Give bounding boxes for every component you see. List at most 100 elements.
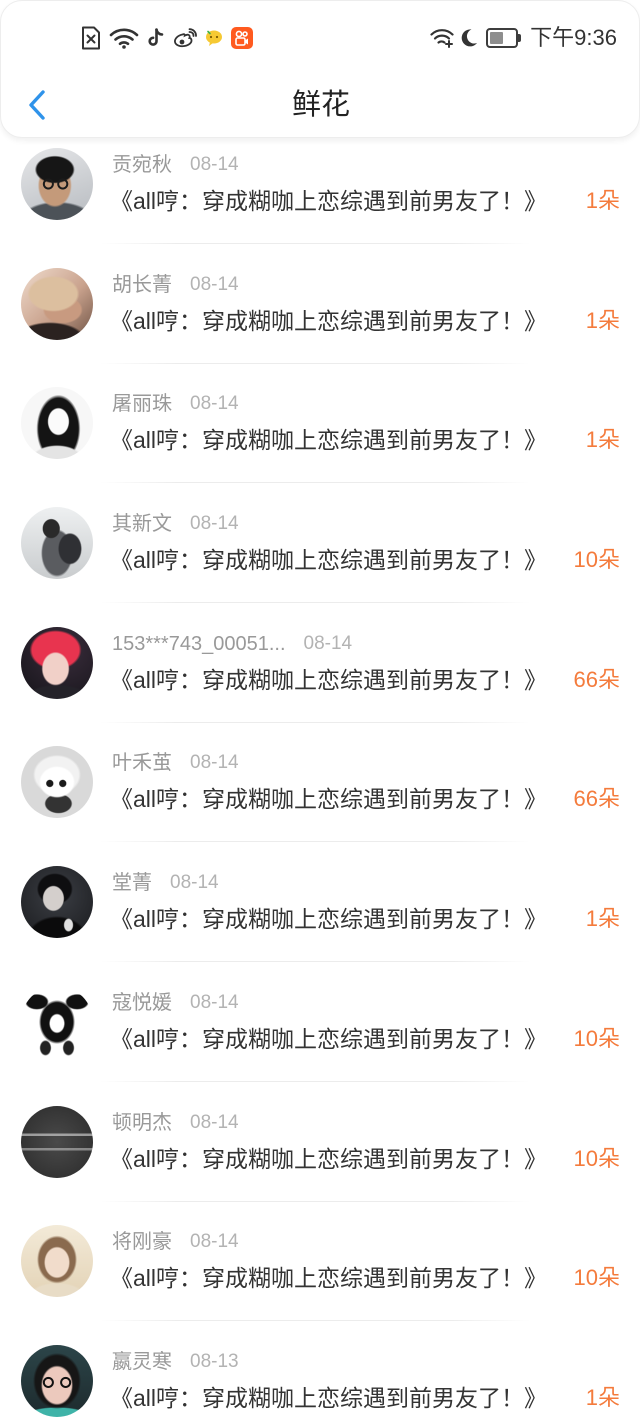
meta-line: 叶禾茧 08-14 <box>112 751 239 775</box>
divider <box>100 362 530 364</box>
user-name: 153***743_00051... <box>112 632 286 655</box>
page-title: 鲜花 <box>291 89 350 121</box>
book-title: 《all哼：穿成糊咖上恋综遇到前男友了！》 <box>110 666 548 693</box>
book-title: 《all哼：穿成糊咖上恋综遇到前男友了！》 <box>110 547 548 574</box>
battery-level-fill <box>490 32 504 44</box>
meta-line: 将刚豪 08-14 <box>112 1230 239 1254</box>
gift-date: 08-14 <box>190 752 239 774</box>
divider <box>100 721 530 723</box>
gift-date: 08-14 <box>190 513 239 535</box>
weibo-icon <box>173 28 197 48</box>
user-name: 胡长菁 <box>112 273 172 296</box>
list-item[interactable]: 贡宛秋 08-14 《all哼：穿成糊咖上恋综遇到前男友了！》 1朵 <box>0 128 640 248</box>
book-title: 《all哼：穿成糊咖上恋综遇到前男友了！》 <box>110 188 548 214</box>
avatar[interactable] <box>21 746 93 819</box>
battery-icon <box>486 28 522 48</box>
list-item[interactable]: 寇悦媛 08-14 《all哼：穿成糊咖上恋综遇到前男友了！》 10朵 <box>0 966 640 1086</box>
book-title: 《all哼：穿成糊咖上恋综遇到前男友了！》 <box>110 906 548 933</box>
back-button[interactable] <box>19 85 55 125</box>
divider <box>100 961 530 963</box>
flower-count: 1朵 <box>585 1384 620 1410</box>
gift-date: 08-14 <box>170 872 219 894</box>
list-item[interactable]: 叶禾茧 08-14 《all哼：穿成糊咖上恋综遇到前男友了！》 66朵 <box>0 726 640 846</box>
flower-count: 66朵 <box>573 786 620 812</box>
meta-line: 贡宛秋 08-14 <box>112 153 239 177</box>
book-title: 《all哼：穿成糊咖上恋综遇到前男友了！》 <box>110 1265 548 1292</box>
user-name: 将刚豪 <box>112 1231 172 1254</box>
avatar[interactable] <box>21 866 93 939</box>
gift-date: 08-14 <box>190 154 239 175</box>
wifi-plus-icon <box>430 28 454 48</box>
gift-date: 08-14 <box>190 273 239 295</box>
list-item[interactable]: 将刚豪 08-14 《all哼：穿成糊咖上恋综遇到前男友了！》 10朵 <box>0 1205 640 1325</box>
status-bar-left <box>81 25 253 51</box>
meta-line: 胡长菁 08-14 <box>112 273 239 297</box>
flower-count: 10朵 <box>573 1145 620 1171</box>
book-title: 《all哼：穿成糊咖上恋综遇到前男友了！》 <box>110 786 548 813</box>
avatar[interactable] <box>21 387 93 460</box>
battery-nub <box>518 34 522 42</box>
avatar[interactable] <box>21 267 93 340</box>
avatar[interactable] <box>21 626 93 699</box>
user-name: 屠丽珠 <box>112 393 172 416</box>
user-name: 贡宛秋 <box>112 154 172 176</box>
avatar[interactable] <box>21 1344 93 1417</box>
avatar[interactable] <box>21 1225 93 1298</box>
list-item[interactable]: 胡长菁 08-14 《all哼：穿成糊咖上恋综遇到前男友了！》 1朵 <box>0 248 640 368</box>
flower-count: 1朵 <box>585 906 620 932</box>
user-name: 嬴灵寒 <box>112 1350 172 1373</box>
avatar[interactable] <box>21 148 93 220</box>
list-item[interactable]: 顿明杰 08-14 《all哼：穿成糊咖上恋综遇到前男友了！》 10朵 <box>0 1086 640 1206</box>
divider <box>100 1080 530 1082</box>
status-bar-right: 下午9:36 <box>430 23 617 53</box>
meta-line: 屠丽珠 08-14 <box>112 392 239 416</box>
flower-gift-list: 贡宛秋 08-14 《all哼：穿成糊咖上恋综遇到前男友了！》 1朵 胡长菁 08-14 《… <box>0 128 640 1422</box>
meta-line: 其新文 08-14 <box>112 512 239 536</box>
flower-count: 66朵 <box>573 666 620 692</box>
gift-date: 08-14 <box>303 632 353 654</box>
gift-date: 08-14 <box>190 1231 239 1253</box>
book-title: 《all哼：穿成糊咖上恋综遇到前男友了！》 <box>110 1145 548 1172</box>
wifi-icon <box>109 27 139 49</box>
book-title: 《all哼：穿成糊咖上恋综遇到前男友了！》 <box>110 1025 548 1052</box>
chevron-left-icon <box>28 90 46 120</box>
avatar[interactable] <box>21 985 93 1058</box>
avatar[interactable] <box>21 1105 93 1178</box>
user-name: 堂菁 <box>112 872 152 895</box>
list-item[interactable]: 堂菁 08-14 《all哼：穿成糊咖上恋综遇到前男友了！》 1朵 <box>0 846 640 966</box>
user-name: 寇悦媛 <box>112 991 172 1014</box>
divider <box>100 1200 530 1202</box>
gift-date: 08-14 <box>190 393 239 415</box>
app-screen: 下午9:36 鲜花 贡宛秋 08-14 《all哼：穿成糊咖上恋综遇到前男友了！》 1… <box>0 0 640 1422</box>
list-item[interactable]: 153***743_00051... 08-14 《all哼：穿成糊咖上恋综遇到前男… <box>0 607 640 727</box>
divider <box>100 482 530 484</box>
flower-count: 10朵 <box>573 547 620 573</box>
divider <box>100 243 530 244</box>
gift-date: 08-14 <box>190 991 239 1013</box>
divider <box>100 602 530 604</box>
divider <box>100 841 530 843</box>
avatar[interactable] <box>21 507 93 580</box>
user-name: 其新文 <box>112 513 172 536</box>
list-item[interactable]: 嬴灵寒 08-13 《all哼：穿成糊咖上恋综遇到前男友了！》 1朵 <box>0 1325 640 1422</box>
meta-line: 153***743_00051... 08-14 <box>112 632 352 656</box>
list-item[interactable]: 屠丽珠 08-14 《all哼：穿成糊咖上恋综遇到前男友了！》 1朵 <box>0 367 640 487</box>
kuaishou-icon <box>231 27 253 49</box>
tiktok-icon <box>147 28 165 48</box>
flower-count: 10朵 <box>573 1025 620 1051</box>
sim-absent-icon <box>81 26 101 50</box>
flower-count: 1朵 <box>585 188 620 213</box>
header-bar: 下午9:36 鲜花 <box>0 0 640 138</box>
chat-bubble-app-icon <box>205 29 223 47</box>
gift-date: 08-13 <box>190 1350 239 1372</box>
flower-count: 10朵 <box>573 1265 620 1291</box>
moon-icon <box>460 28 478 48</box>
list-item[interactable]: 其新文 08-14 《all哼：穿成糊咖上恋综遇到前男友了！》 10朵 <box>0 487 640 607</box>
divider <box>100 1320 530 1322</box>
flower-count: 1朵 <box>585 307 620 333</box>
meta-line: 嬴灵寒 08-13 <box>112 1350 239 1374</box>
gift-date: 08-14 <box>190 1111 239 1133</box>
meta-line: 堂菁 08-14 <box>112 871 219 895</box>
book-title: 《all哼：穿成糊咖上恋综遇到前男友了！》 <box>110 307 548 334</box>
meta-line: 顿明杰 08-14 <box>112 1111 239 1135</box>
